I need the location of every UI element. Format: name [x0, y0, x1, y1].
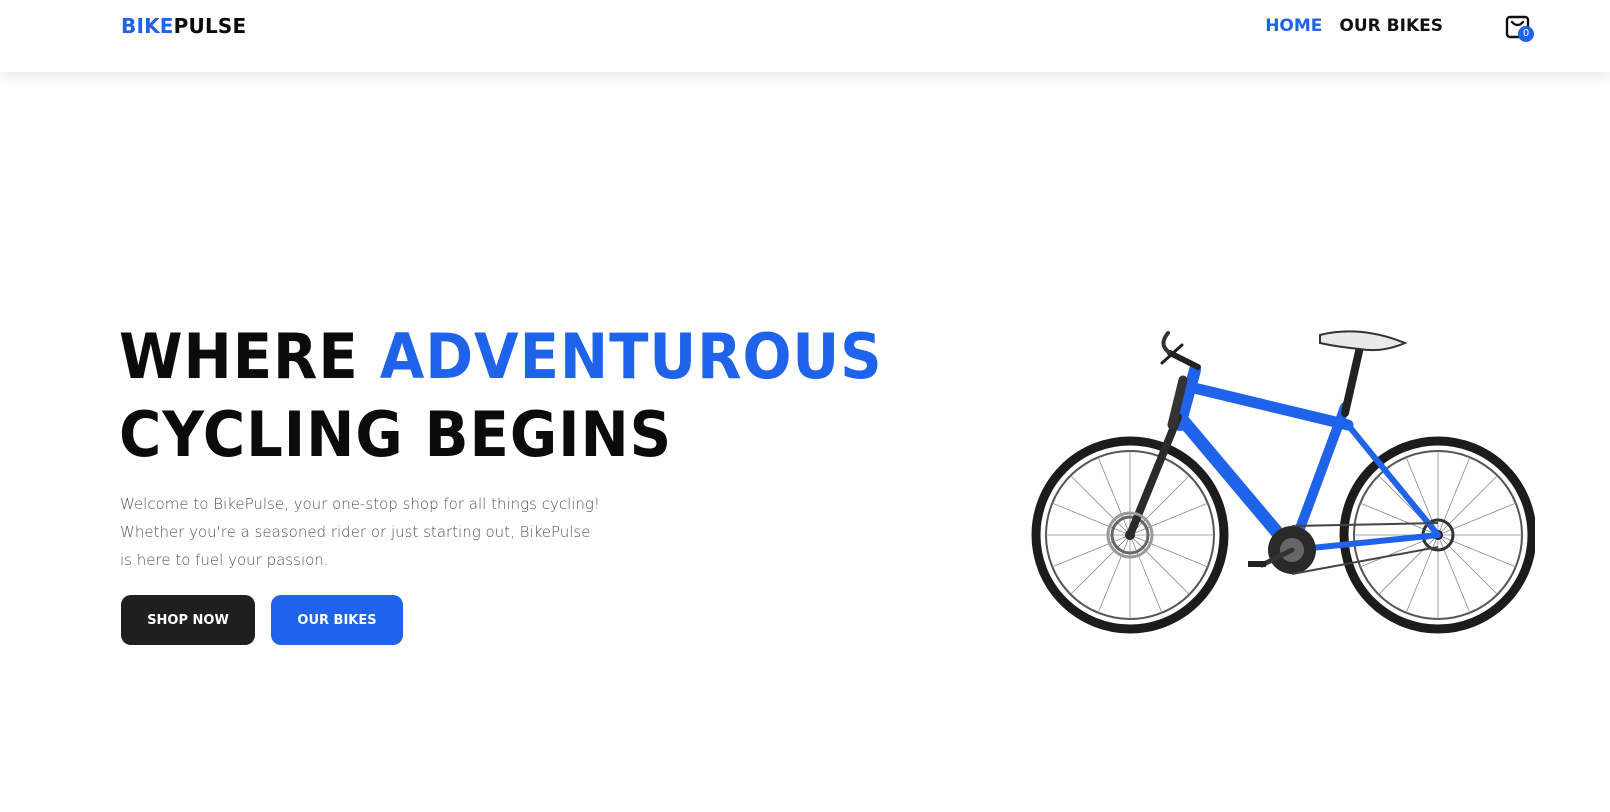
navbar: BIKEPULSE HOME OUR BIKES 0	[0, 0, 1610, 72]
brand-logo-part2: PULSE	[173, 14, 247, 38]
brand-logo-part1: BIKE	[121, 14, 174, 38]
nav-link-our-bikes[interactable]: OUR BIKES	[1339, 16, 1443, 36]
hero-description: Welcome to BikePulse, your one-stop shop…	[120, 495, 600, 569]
hero-title-part1: WHERE	[119, 320, 380, 393]
saddle	[1319, 330, 1408, 417]
handlebar	[1160, 331, 1201, 370]
our-bikes-button[interactable]: OUR BIKES	[271, 595, 403, 645]
cart-count-badge: 0	[1518, 26, 1534, 42]
hero-title-accent: ADVENTUROUS	[379, 320, 883, 393]
nav-link-home[interactable]: HOME	[1265, 16, 1322, 36]
cart-button[interactable]: 0	[1505, 14, 1535, 44]
bicycle-image	[1031, 330, 1535, 634]
nav-links: HOME OUR BIKES	[1265, 16, 1443, 36]
hero-title-line2: CYCLING BEGINS	[119, 398, 673, 471]
shop-now-button[interactable]: SHOP NOW	[121, 595, 255, 645]
hero-title: WHERE ADVENTUROUS CYCLING BEGINS	[119, 318, 883, 474]
brand-logo[interactable]: BIKEPULSE	[121, 14, 246, 38]
